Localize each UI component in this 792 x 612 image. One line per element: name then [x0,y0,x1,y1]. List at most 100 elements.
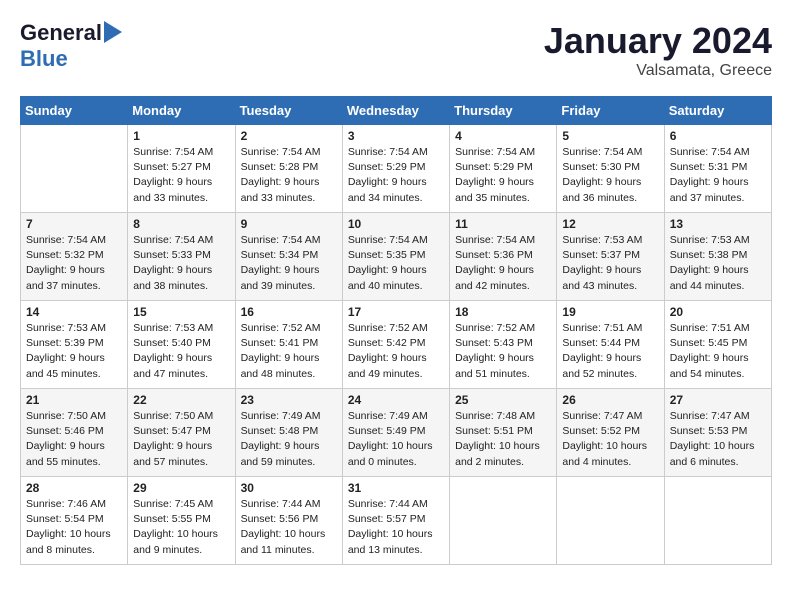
day-info: Sunrise: 7:49 AMSunset: 5:48 PMDaylight:… [241,409,337,470]
day-cell: 20Sunrise: 7:51 AMSunset: 5:45 PMDayligh… [664,301,771,389]
day-cell: 27Sunrise: 7:47 AMSunset: 5:53 PMDayligh… [664,389,771,477]
day-number: 8 [133,217,229,231]
week-row-4: 21 Sunrise: 7:50 AMSunset: 5:46 PMDayligh… [21,389,772,477]
daylight-text: Daylight: 9 hours and 35 minutes. [455,175,551,205]
day-cell: 12Sunrise: 7:53 AMSunset: 5:37 PMDayligh… [557,213,664,301]
day-cell: 9Sunrise: 7:54 AMSunset: 5:34 PMDaylight… [235,213,342,301]
sunrise-text: Sunrise: 7:54 AM [562,145,658,160]
day-cell: 5Sunrise: 7:54 AMSunset: 5:30 PMDaylight… [557,125,664,213]
day-info: Sunrise: 7:51 AMSunset: 5:45 PMDaylight:… [670,321,766,382]
day-number: 25 [455,393,551,407]
sunrise-text: Sunrise: 7:54 AM [241,233,337,248]
sunset-text: Sunset: 5:38 PM [670,248,766,263]
calendar-header-row: SundayMondayTuesdayWednesdayThursdayFrid… [21,97,772,125]
week-row-1: 1Sunrise: 7:54 AMSunset: 5:27 PMDaylight… [21,125,772,213]
day-cell: 29Sunrise: 7:45 AMSunset: 5:55 PMDayligh… [128,477,235,565]
day-cell: 16 Sunrise: 7:52 AMSunset: 5:41 PMDayligh… [235,301,342,389]
sunrise-text: Sunrise: 7:53 AM [26,321,122,336]
sunset-text: Sunset: 5:35 PM [348,248,444,263]
daylight-text: Daylight: 10 hours and 11 minutes. [241,527,337,557]
sunrise-text: Sunrise: 7:54 AM [348,233,444,248]
daylight-text: Daylight: 10 hours and 9 minutes. [133,527,229,557]
daylight-text: Daylight: 9 hours and 54 minutes. [670,351,766,381]
sunset-text: Sunset: 5:34 PM [241,248,337,263]
sunset-text: Sunset: 5:40 PM [133,336,229,351]
sunset-text: Sunset: 5:48 PM [241,424,337,439]
day-number: 31 [348,481,444,495]
day-cell: 23 Sunrise: 7:49 AMSunset: 5:48 PMDayligh… [235,389,342,477]
day-info: Sunrise: 7:44 AMSunset: 5:56 PMDaylight:… [241,497,337,558]
sunset-text: Sunset: 5:39 PM [26,336,122,351]
sunset-text: Sunset: 5:52 PM [562,424,658,439]
day-cell: 31Sunrise: 7:44 AMSunset: 5:57 PMDayligh… [342,477,449,565]
sunset-text: Sunset: 5:42 PM [348,336,444,351]
day-info: Sunrise: 7:54 AMSunset: 5:29 PMDaylight:… [348,145,444,206]
sunset-text: Sunset: 5:33 PM [133,248,229,263]
sunset-text: Sunset: 5:46 PM [26,424,122,439]
day-cell: 24Sunrise: 7:49 AMSunset: 5:49 PMDayligh… [342,389,449,477]
sunset-text: Sunset: 5:41 PM [241,336,337,351]
sunset-text: Sunset: 5:44 PM [562,336,658,351]
daylight-text: Daylight: 9 hours and 43 minutes. [562,263,658,293]
day-number: 2 [241,129,337,143]
day-cell: 21 Sunrise: 7:50 AMSunset: 5:46 PMDayligh… [21,389,128,477]
week-row-5: 28Sunrise: 7:46 AMSunset: 5:54 PMDayligh… [21,477,772,565]
day-cell: 15Sunrise: 7:53 AMSunset: 5:40 PMDayligh… [128,301,235,389]
day-number: 10 [348,217,444,231]
day-number: 11 [455,217,551,231]
sunrise-text: Sunrise: 7:51 AM [670,321,766,336]
day-info: Sunrise: 7:52 AMSunset: 5:43 PMDaylight:… [455,321,551,382]
sunrise-text: Sunrise: 7:54 AM [133,233,229,248]
day-info: Sunrise: 7:54 AMSunset: 5:31 PMDaylight:… [670,145,766,206]
sunrise-text: Sunrise: 7:51 AM [562,321,658,336]
day-cell: 22Sunrise: 7:50 AMSunset: 5:47 PMDayligh… [128,389,235,477]
sunrise-text: Sunrise: 7:50 AM [133,409,229,424]
day-number: 6 [670,129,766,143]
sunset-text: Sunset: 5:37 PM [562,248,658,263]
day-info: Sunrise: 7:52 AMSunset: 5:41 PMDaylight:… [241,321,337,382]
page-header: General Blue January 2024 Valsamata, Gre… [20,20,772,80]
day-cell: 7Sunrise: 7:54 AMSunset: 5:32 PMDaylight… [21,213,128,301]
day-number: 16 [241,305,337,319]
day-cell: 28Sunrise: 7:46 AMSunset: 5:54 PMDayligh… [21,477,128,565]
daylight-text: Daylight: 10 hours and 8 minutes. [26,527,122,557]
day-number: 5 [562,129,658,143]
sunrise-text: Sunrise: 7:46 AM [26,497,122,512]
day-number: 23 [241,393,337,407]
daylight-text: Daylight: 9 hours and 33 minutes. [133,175,229,205]
day-cell: 1Sunrise: 7:54 AMSunset: 5:27 PMDaylight… [128,125,235,213]
day-cell [557,477,664,565]
day-number: 26 [562,393,658,407]
logo-arrow-icon [104,21,122,43]
sunrise-text: Sunrise: 7:44 AM [348,497,444,512]
daylight-text: Daylight: 9 hours and 47 minutes. [133,351,229,381]
day-cell: 3Sunrise: 7:54 AMSunset: 5:29 PMDaylight… [342,125,449,213]
sunrise-text: Sunrise: 7:53 AM [670,233,766,248]
daylight-text: Daylight: 9 hours and 39 minutes. [241,263,337,293]
daylight-text: Daylight: 9 hours and 34 minutes. [348,175,444,205]
sunset-text: Sunset: 5:55 PM [133,512,229,527]
sunrise-text: Sunrise: 7:54 AM [670,145,766,160]
day-info: Sunrise: 7:54 AMSunset: 5:27 PMDaylight:… [133,145,229,206]
sunrise-text: Sunrise: 7:52 AM [241,321,337,336]
sunrise-text: Sunrise: 7:52 AM [455,321,551,336]
day-cell: 14Sunrise: 7:53 AMSunset: 5:39 PMDayligh… [21,301,128,389]
daylight-text: Daylight: 9 hours and 36 minutes. [562,175,658,205]
sunrise-text: Sunrise: 7:53 AM [562,233,658,248]
sunrise-text: Sunrise: 7:54 AM [348,145,444,160]
day-number: 21 [26,393,122,407]
day-cell: 13Sunrise: 7:53 AMSunset: 5:38 PMDayligh… [664,213,771,301]
sunrise-text: Sunrise: 7:47 AM [670,409,766,424]
day-info: Sunrise: 7:50 AMSunset: 5:46 PMDaylight:… [26,409,122,470]
day-number: 22 [133,393,229,407]
sunset-text: Sunset: 5:45 PM [670,336,766,351]
day-number: 28 [26,481,122,495]
sunset-text: Sunset: 5:36 PM [455,248,551,263]
day-info: Sunrise: 7:54 AMSunset: 5:35 PMDaylight:… [348,233,444,294]
day-cell: 26Sunrise: 7:47 AMSunset: 5:52 PMDayligh… [557,389,664,477]
sunset-text: Sunset: 5:31 PM [670,160,766,175]
day-info: Sunrise: 7:51 AMSunset: 5:44 PMDaylight:… [562,321,658,382]
sunrise-text: Sunrise: 7:53 AM [133,321,229,336]
logo-blue-text: Blue [20,46,68,71]
daylight-text: Daylight: 9 hours and 37 minutes. [26,263,122,293]
